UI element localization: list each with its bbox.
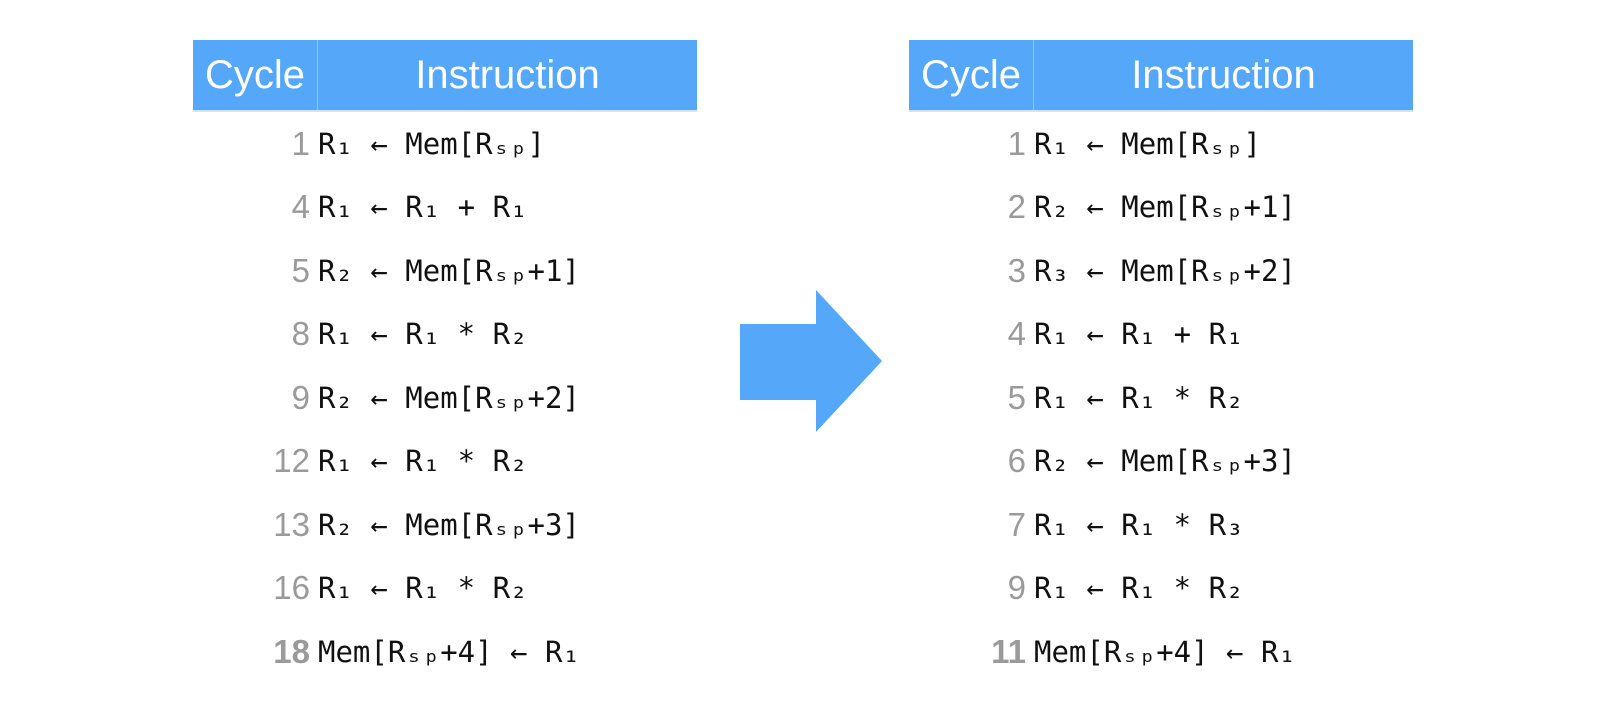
table-row: 2 R₂ ← Mem[Rₛₚ+1] [909, 176, 1413, 240]
table-row: 1 R₁ ← Mem[Rₛₚ] [909, 112, 1413, 176]
table-row: 9 R₁ ← R₁ * R₂ [909, 557, 1413, 621]
original-schedule-table: Cycle Instruction 1 R₁ ← Mem[Rₛₚ] 4 R₁ ← R₁… [193, 40, 697, 684]
instruction-text: R₁ ← R₁ + R₁ [1034, 317, 1244, 352]
cycle-number: 1 [291, 124, 310, 162]
instruction-text: R₁ ← R₁ * R₂ [1034, 571, 1244, 606]
instruction-text: Mem[Rₛₚ+4] ← R₁ [318, 634, 580, 669]
table-row: 1 R₁ ← Mem[Rₛₚ] [193, 112, 697, 176]
instruction-column-header: Instruction [415, 52, 600, 97]
right-arrow-icon [740, 290, 882, 432]
cycle-column-header: Cycle [193, 40, 318, 110]
instruction-text: R₁ ← R₁ * R₂ [318, 571, 528, 606]
table-body: 1 R₁ ← Mem[Rₛₚ] 4 R₁ ← R₁ + R₁ 5 R₂ ← Mem[Rₛₚ… [193, 112, 697, 684]
cycle-number: 1 [1007, 124, 1026, 162]
cycle-number: 18 [273, 632, 310, 670]
instruction-text: R₁ ← R₁ * R₂ [1034, 380, 1244, 415]
table-row: 9 R₂ ← Mem[Rₛₚ+2] [193, 366, 697, 430]
cycle-number: 5 [291, 251, 310, 289]
table-header: Cycle Instruction [193, 40, 697, 110]
cycle-number: 13 [273, 505, 310, 543]
table-row: 8 R₁ ← R₁ * R₂ [193, 303, 697, 367]
table-row: 4 R₁ ← R₁ + R₁ [909, 303, 1413, 367]
table-row: 12 R₁ ← R₁ * R₂ [193, 430, 697, 494]
cycle-number: 6 [1007, 442, 1026, 480]
cycle-number: 2 [1007, 188, 1026, 226]
table-row: 6 R₂ ← Mem[Rₛₚ+3] [909, 430, 1413, 494]
cycle-number: 4 [1007, 315, 1026, 353]
table-row: 11 Mem[Rₛₚ+4] ← R₁ [909, 620, 1413, 684]
table-row: 18 Mem[Rₛₚ+4] ← R₁ [193, 620, 697, 684]
instruction-text: R₁ ← R₁ + R₁ [318, 190, 528, 225]
instruction-column-header: Instruction [1131, 52, 1316, 97]
instruction-text: R₂ ← Mem[Rₛₚ+3] [1034, 444, 1296, 479]
cycle-number: 8 [291, 315, 310, 353]
instruction-text: R₃ ← Mem[Rₛₚ+2] [1034, 253, 1296, 288]
cycle-number: 3 [1007, 251, 1026, 289]
cycle-number: 9 [291, 378, 310, 416]
table-row: 3 R₃ ← Mem[Rₛₚ+2] [909, 239, 1413, 303]
table-row: 16 R₁ ← R₁ * R₂ [193, 557, 697, 621]
cycle-number: 7 [1007, 505, 1026, 543]
instruction-text: R₁ ← R₁ * R₂ [318, 444, 528, 479]
cycle-number: 4 [291, 188, 310, 226]
instruction-text: R₁ ← Mem[Rₛₚ] [1034, 126, 1261, 161]
instruction-text: R₂ ← Mem[Rₛₚ+1] [318, 253, 580, 288]
instruction-text: R₂ ← Mem[Rₛₚ+1] [1034, 190, 1296, 225]
table-header: Cycle Instruction [909, 40, 1413, 110]
cycle-number: 12 [273, 442, 310, 480]
instruction-text: R₂ ← Mem[Rₛₚ+2] [318, 380, 580, 415]
reordered-schedule-table: Cycle Instruction 1 R₁ ← Mem[Rₛₚ] 2 R₂ ← Me… [909, 40, 1413, 684]
table-row: 4 R₁ ← R₁ + R₁ [193, 176, 697, 240]
cycle-number: 16 [273, 569, 310, 607]
table-row: 5 R₁ ← R₁ * R₂ [909, 366, 1413, 430]
cycle-column-header: Cycle [909, 40, 1034, 110]
arrow-shape [740, 290, 882, 432]
instruction-text: R₂ ← Mem[Rₛₚ+3] [318, 507, 580, 542]
instruction-text: R₁ ← R₁ * R₂ [318, 317, 528, 352]
table-row: 13 R₂ ← Mem[Rₛₚ+3] [193, 493, 697, 557]
table-row: 7 R₁ ← R₁ * R₃ [909, 493, 1413, 557]
instruction-text: R₁ ← Mem[Rₛₚ] [318, 126, 545, 161]
table-row: 5 R₂ ← Mem[Rₛₚ+1] [193, 239, 697, 303]
cycle-number: 11 [991, 632, 1026, 670]
cycle-number: 9 [1007, 569, 1026, 607]
cycle-number: 5 [1007, 378, 1026, 416]
instruction-text: R₁ ← R₁ * R₃ [1034, 507, 1244, 542]
table-body: 1 R₁ ← Mem[Rₛₚ] 2 R₂ ← Mem[Rₛₚ+1] 3 R₃ ← Mem[… [909, 112, 1413, 684]
instruction-text: Mem[Rₛₚ+4] ← R₁ [1034, 634, 1296, 669]
